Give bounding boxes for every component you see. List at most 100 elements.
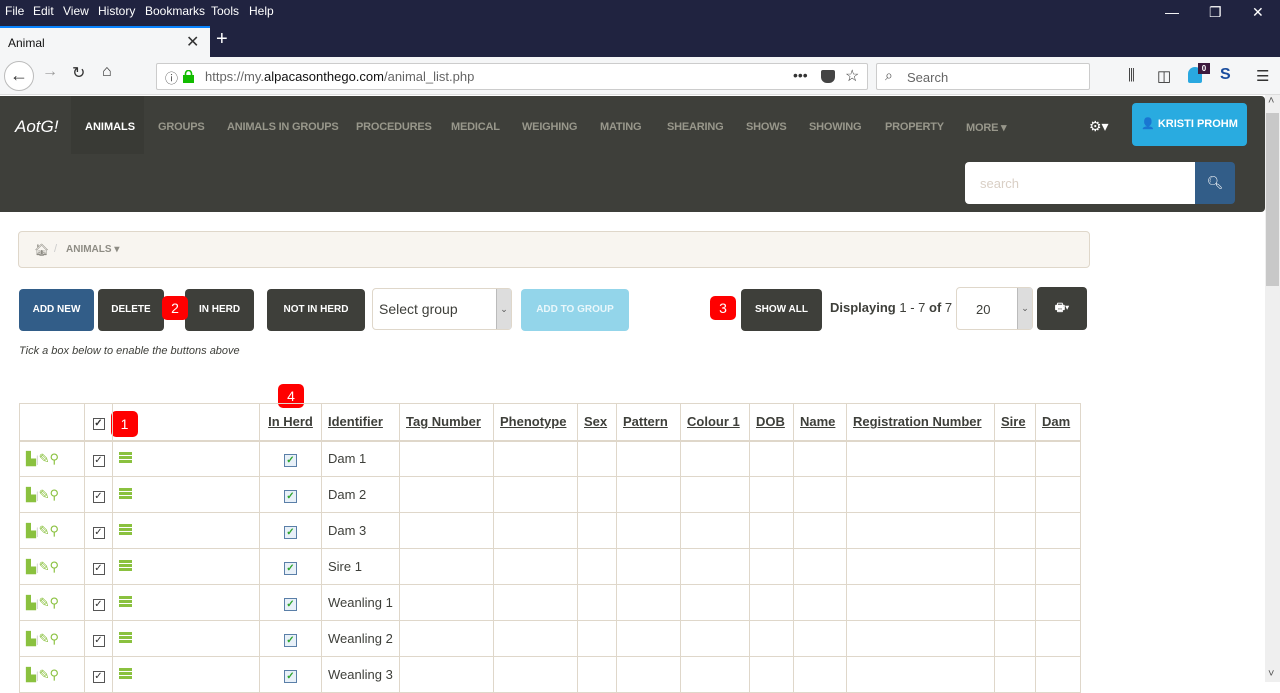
new-tab-icon[interactable]: +	[216, 28, 228, 51]
nav-shearing[interactable]: SHEARING	[667, 121, 724, 133]
per-page-select[interactable]: 20 ⌄	[956, 287, 1033, 330]
nav-property[interactable]: PROPERTY	[885, 121, 944, 133]
nav-weighing[interactable]: WEIGHING	[522, 121, 577, 133]
nav-medical[interactable]: MEDICAL	[451, 121, 500, 133]
in-herd-checkbox[interactable]: ✓	[284, 633, 297, 647]
identifier-cell[interactable]: Dam 1	[321, 440, 400, 477]
in-herd-button[interactable]: IN HERD	[185, 289, 254, 331]
user-menu-button[interactable]: 👤 KRISTI PROHM	[1132, 103, 1247, 146]
add-to-group-button[interactable]: ADD TO GROUP	[521, 289, 629, 331]
edit-pencil-icon[interactable]: ✎	[39, 595, 50, 610]
not-in-herd-button[interactable]: NOT IN HERD	[267, 289, 365, 331]
search-icon[interactable]: ⚲	[50, 595, 60, 610]
breadcrumb-animals-dropdown[interactable]: ANIMALS ▾	[66, 244, 119, 255]
search-icon[interactable]: ⚲	[50, 487, 60, 502]
search-icon[interactable]: ⚲	[50, 523, 60, 538]
browser-tab[interactable]: Animal ✕	[0, 26, 210, 57]
list-icon[interactable]	[119, 596, 132, 607]
row-checkbox[interactable]: ✓	[92, 598, 105, 611]
in-herd-checkbox[interactable]: ✓	[284, 453, 297, 467]
menu-file[interactable]: File	[5, 4, 24, 18]
scroll-down-icon[interactable]: ˅	[1268, 668, 1274, 680]
select-all-checkbox[interactable]: ✓	[92, 417, 105, 430]
row-checkbox[interactable]: ✓	[92, 634, 105, 647]
list-icon[interactable]	[119, 632, 132, 643]
menu-bookmarks[interactable]: Bookmarks	[145, 4, 205, 18]
row-checkbox[interactable]: ✓	[92, 526, 105, 539]
site-info-icon[interactable]: ⓘ	[165, 68, 178, 87]
settings-gear-icon[interactable]: ⚙▾	[1089, 118, 1109, 135]
menu-help[interactable]: Help	[249, 4, 274, 18]
col-in-herd[interactable]: In Herd	[259, 403, 322, 442]
print-dropdown-button[interactable]: 🖶▾	[1037, 287, 1087, 330]
row-checkbox[interactable]: ✓	[92, 670, 105, 683]
page-scrollbar[interactable]: ˄ ˅	[1265, 95, 1280, 682]
list-icon[interactable]	[119, 560, 132, 571]
show-all-button[interactable]: SHOW ALL	[741, 289, 822, 331]
scroll-up-icon[interactable]: ˄	[1268, 95, 1274, 107]
col-sire[interactable]: Sire	[994, 403, 1036, 442]
browser-search-box[interactable]: ⌕ Search	[876, 63, 1090, 90]
delete-button[interactable]: DELETE	[98, 289, 164, 331]
scroll-thumb[interactable]	[1266, 113, 1279, 286]
col-sex[interactable]: Sex	[577, 403, 617, 442]
identifier-cell[interactable]: Weanling 2	[321, 620, 400, 657]
col-pattern[interactable]: Pattern	[616, 403, 681, 442]
nav-showing[interactable]: SHOWING	[809, 121, 862, 133]
col-phenotype[interactable]: Phenotype	[493, 403, 578, 442]
edit-pencil-icon[interactable]: ✎	[39, 523, 50, 538]
extension-s-icon[interactable]: S	[1220, 66, 1231, 84]
identifier-cell[interactable]: Dam 2	[321, 476, 400, 513]
identifier-cell[interactable]: Weanling 1	[321, 584, 400, 621]
menu-history[interactable]: History	[98, 4, 135, 18]
nav-animals[interactable]: ANIMALS	[71, 96, 144, 154]
row-checkbox[interactable]: ✓	[92, 562, 105, 575]
identifier-cell[interactable]: Weanling 3	[321, 656, 400, 693]
nav-mating[interactable]: MATING	[600, 121, 642, 133]
add-new-button[interactable]: ADD NEW	[19, 289, 94, 331]
select-group-dropdown[interactable]: Select group ⌄	[372, 288, 512, 330]
edit-pencil-icon[interactable]: ✎	[39, 631, 50, 646]
url-bar[interactable]: ⓘ https://my.alpacasonthego.com/animal_l…	[156, 63, 868, 90]
brand-logo[interactable]: AotG!	[15, 117, 58, 137]
identifier-cell[interactable]: Dam 3	[321, 512, 400, 549]
search-icon[interactable]: ⚲	[50, 667, 60, 682]
edit-pencil-icon[interactable]: ✎	[39, 451, 50, 466]
library-icon[interactable]: ⫼	[1128, 67, 1135, 84]
sidebar-icon[interactable]: ◫	[1157, 67, 1171, 85]
pocket-icon[interactable]	[821, 70, 835, 83]
home-icon[interactable]: 🏠︎	[34, 243, 49, 257]
app-search-input[interactable]: search	[965, 162, 1195, 204]
view-record-icon[interactable]: ▙	[26, 523, 36, 538]
col-dob[interactable]: DOB	[749, 403, 794, 442]
view-record-icon[interactable]: ▙	[26, 631, 36, 646]
menu-edit[interactable]: Edit	[33, 4, 54, 18]
col-identifier[interactable]: Identifier	[321, 403, 400, 442]
view-record-icon[interactable]: ▙	[26, 595, 36, 610]
in-herd-checkbox[interactable]: ✓	[284, 525, 297, 539]
col-colour-1[interactable]: Colour 1	[680, 403, 750, 442]
nav-more-dropdown[interactable]: MORE ▾	[966, 121, 1007, 134]
list-icon[interactable]	[119, 524, 132, 535]
menu-tools[interactable]: Tools	[211, 4, 239, 18]
nav-procedures[interactable]: PROCEDURES	[356, 121, 432, 133]
identifier-cell[interactable]: Sire 1	[321, 548, 400, 585]
view-record-icon[interactable]: ▙	[26, 451, 36, 466]
restore-button[interactable]: ❐	[1209, 4, 1222, 21]
menu-view[interactable]: View	[63, 4, 89, 18]
edit-pencil-icon[interactable]: ✎	[39, 667, 50, 682]
page-actions-icon[interactable]: •••	[793, 67, 808, 83]
list-icon[interactable]	[119, 668, 132, 679]
nav-animals-in-groups[interactable]: ANIMALS IN GROUPS	[227, 121, 339, 133]
in-herd-checkbox[interactable]: ✓	[284, 489, 297, 503]
nav-groups[interactable]: GROUPS	[158, 121, 205, 133]
reload-icon[interactable]: ↻	[72, 63, 85, 83]
bookmark-star-icon[interactable]: ☆	[845, 66, 859, 86]
row-checkbox[interactable]: ✓	[92, 454, 105, 467]
list-icon[interactable]	[119, 488, 132, 499]
back-icon[interactable]: ←	[4, 61, 34, 91]
close-tab-icon[interactable]: ✕	[186, 32, 199, 52]
edit-pencil-icon[interactable]: ✎	[39, 487, 50, 502]
hamburger-menu-icon[interactable]: ☰	[1256, 67, 1269, 85]
view-record-icon[interactable]: ▙	[26, 487, 36, 502]
